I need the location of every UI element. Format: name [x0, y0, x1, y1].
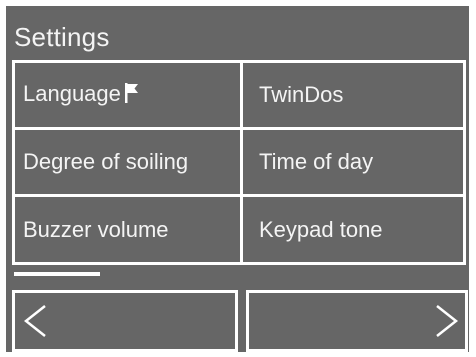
- menu-item-keypad-tone-label: Keypad tone: [259, 216, 383, 242]
- chevron-right-icon: [436, 305, 459, 337]
- frame-edge-right: [469, 0, 476, 357]
- page-title: Settings: [14, 22, 110, 52]
- menu-item-twindos[interactable]: TwinDos: [243, 63, 463, 130]
- menu-item-degree-of-soiling-label: Degree of soiling: [23, 149, 189, 174]
- menu-item-language-label: Language: [23, 81, 121, 106]
- menu-item-buzzer-volume[interactable]: Buzzer volume: [15, 197, 243, 262]
- flag-icon: [124, 82, 139, 110]
- settings-screen: Settings Language TwinDos Degree of soil…: [0, 0, 476, 357]
- chevron-left-icon: [23, 305, 46, 337]
- settings-menu-grid: Language TwinDos Degree of soiling Time …: [12, 60, 466, 265]
- menu-item-time-of-day[interactable]: Time of day: [243, 130, 463, 197]
- menu-item-language-label-wrap: Language: [23, 80, 139, 110]
- next-page-button[interactable]: [246, 290, 468, 352]
- previous-page-button[interactable]: [12, 290, 238, 352]
- menu-item-keypad-tone[interactable]: Keypad tone: [243, 197, 463, 262]
- menu-item-twindos-label: TwinDos: [259, 82, 344, 107]
- menu-item-buzzer-volume-label: Buzzer volume: [23, 216, 169, 242]
- page-progress-indicator: [14, 272, 466, 276]
- menu-item-language[interactable]: Language: [15, 63, 243, 130]
- frame-edge-bottom: [0, 352, 476, 357]
- page-progress-fill: [14, 272, 100, 276]
- menu-item-degree-of-soiling[interactable]: Degree of soiling: [15, 130, 243, 197]
- menu-item-time-of-day-label: Time of day: [259, 149, 374, 174]
